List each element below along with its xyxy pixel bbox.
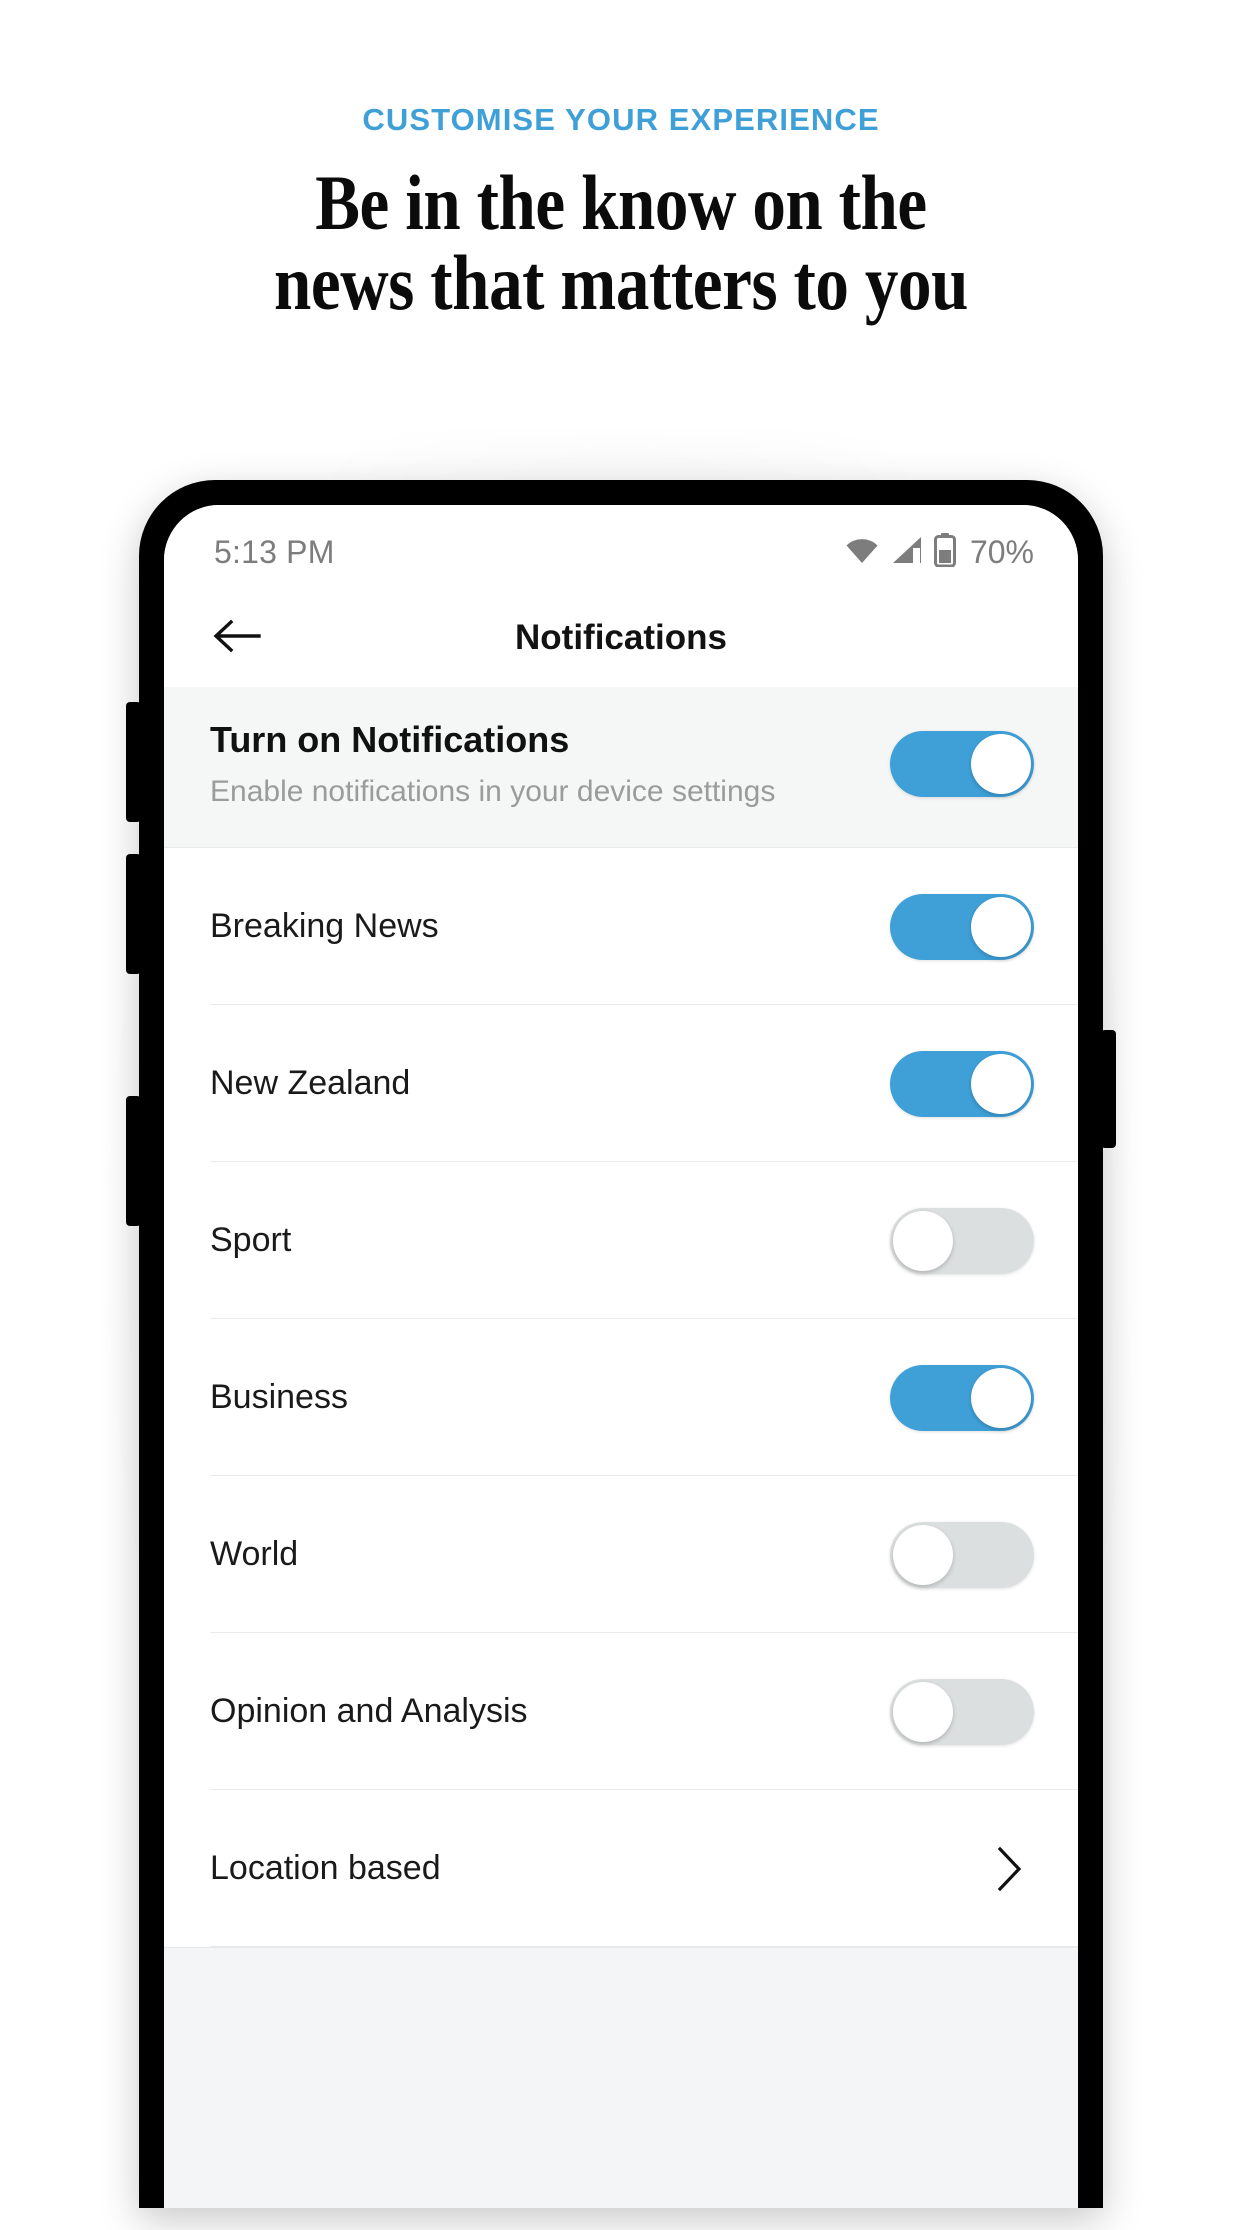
list-bottom-spacer <box>164 1947 1078 2168</box>
row-label: New Zealand <box>210 1064 411 1102</box>
chevron-right-icon[interactable] <box>986 1845 1034 1893</box>
row-divider <box>210 1946 1078 1947</box>
row-label: Business <box>210 1378 348 1416</box>
row-label: Location based <box>210 1849 441 1887</box>
toggle-new-zealand[interactable] <box>890 1050 1034 1117</box>
back-button[interactable] <box>210 611 264 665</box>
list-item[interactable]: New Zealand <box>164 1005 1078 1162</box>
toggle-knob <box>893 1524 953 1585</box>
battery-percent-label: 70% <box>969 533 1034 570</box>
toggle-knob <box>893 1681 953 1742</box>
app-bar: Notifications <box>164 589 1078 687</box>
battery-icon <box>933 532 956 572</box>
phone-mockup: 5:13 PM 70% Notifications Turn on Notifi… <box>79 440 1163 2230</box>
back-arrow-icon <box>212 618 262 659</box>
phone-screen: 5:13 PM 70% Notifications Turn on Notifi… <box>164 505 1078 2208</box>
app-bar-title: Notifications <box>515 618 727 657</box>
wifi-icon <box>844 536 880 569</box>
master-row-title: Turn on Notifications <box>210 719 570 760</box>
volume-down-button[interactable] <box>126 854 141 974</box>
assistant-button[interactable] <box>126 1096 141 1226</box>
list-item[interactable]: Breaking News <box>164 848 1078 1005</box>
promo-eyebrow: CUSTOMISE YOUR EXPERIENCE <box>362 102 880 137</box>
row-label: Opinion and Analysis <box>210 1692 528 1730</box>
promo-header: CUSTOMISE YOUR EXPERIENCE Be in the know… <box>0 0 1242 322</box>
volume-up-button[interactable] <box>126 702 141 822</box>
headline-line-2: news that matters to you <box>274 238 968 326</box>
master-row-subtitle: Enable notifications in your device sett… <box>210 775 776 808</box>
list-item[interactable]: World <box>164 1476 1078 1633</box>
status-bar: 5:13 PM 70% <box>164 505 1078 589</box>
toggle-breaking-news[interactable] <box>890 893 1034 960</box>
toggle-world[interactable] <box>890 1521 1034 1588</box>
toggle-knob <box>971 1053 1031 1114</box>
toggle-sport[interactable] <box>890 1207 1034 1274</box>
list-item[interactable]: Opinion and Analysis <box>164 1633 1078 1790</box>
phone-frame: 5:13 PM 70% Notifications Turn on Notifi… <box>126 480 1116 2208</box>
list-item[interactable]: Location based <box>164 1790 1078 1947</box>
headline-line-1: Be in the know on the <box>315 159 927 246</box>
row-label: World <box>210 1535 299 1573</box>
power-button[interactable] <box>1101 1030 1116 1148</box>
toggle-business[interactable] <box>890 1364 1034 1431</box>
toggle-opinion-and-analysis[interactable] <box>890 1678 1034 1745</box>
toggle-knob <box>971 896 1031 957</box>
master-row-text: Turn on Notifications Enable notificatio… <box>210 717 890 811</box>
page-title: Be in the know on the news that matters … <box>87 135 1155 322</box>
toggle-turn-on-notifications[interactable] <box>890 731 1034 797</box>
master-notifications-row[interactable]: Turn on Notifications Enable notificatio… <box>164 687 1078 848</box>
row-label: Breaking News <box>210 907 439 945</box>
list-item[interactable]: Sport <box>164 1162 1078 1319</box>
toggle-knob <box>971 734 1031 794</box>
toggle-knob <box>971 1367 1031 1428</box>
list-item[interactable]: Business <box>164 1319 1078 1476</box>
settings-rows: Breaking News New Zealand Sport Business Wor… <box>164 848 1078 1947</box>
status-icons: 70% <box>844 532 1034 572</box>
notification-settings-list: Turn on Notifications Enable notificatio… <box>164 687 1078 1947</box>
row-label: Sport <box>210 1221 292 1259</box>
toggle-knob <box>893 1210 953 1271</box>
cellular-signal-icon <box>891 536 923 569</box>
status-time: 5:13 PM <box>214 533 335 570</box>
